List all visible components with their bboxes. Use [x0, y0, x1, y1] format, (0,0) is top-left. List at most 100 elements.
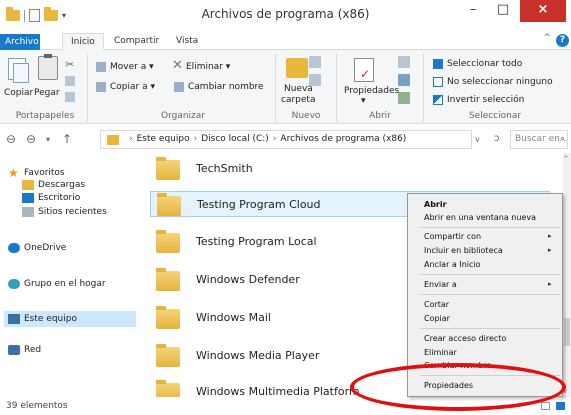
scroll-down-icon[interactable]: v — [563, 387, 567, 395]
menu-item-abrir[interactable]: Abrir — [424, 200, 447, 209]
search-input[interactable]: Buscar en ... ⌕ — [510, 130, 568, 149]
submenu-arrow-icon: ▸ — [548, 246, 552, 254]
crumb-archivos-programa[interactable]: Archivos de programa (x86) — [280, 134, 406, 144]
properties-dropdown[interactable]: ▾ — [361, 96, 366, 106]
menu-item-propiedades[interactable]: Propiedades — [424, 381, 473, 390]
nav-label: Este equipo — [24, 314, 77, 324]
new-folder-label-2[interactable]: carpeta — [281, 95, 315, 105]
crumb-disco-local[interactable]: Disco local (C:) — [201, 134, 269, 144]
nav-item-escritorio[interactable]: Escritorio — [22, 193, 80, 203]
properties-icon[interactable] — [354, 58, 374, 82]
help-icon[interactable]: ? — [556, 34, 569, 47]
open-icon[interactable] — [398, 56, 410, 68]
vertical-scrollbar[interactable]: ^ v — [563, 153, 571, 397]
new-item-icon[interactable] — [309, 56, 321, 68]
menu-divider — [420, 274, 560, 275]
address-field[interactable]: › Este equipo › Disco local (C:) › Archivos d… — [100, 130, 472, 149]
nav-item-sitios-recientes[interactable]: Sitios recientes — [22, 207, 107, 217]
breadcrumb-separator[interactable]: › — [269, 134, 281, 144]
tab-vista[interactable]: Vista — [168, 33, 206, 50]
scissors-icon[interactable]: ✂ — [65, 58, 74, 71]
group-label-organizar: Organizar — [161, 111, 205, 121]
move-to-icon[interactable] — [96, 62, 106, 72]
crumb-este-equipo[interactable]: Este equipo — [137, 134, 190, 144]
nav-item-favoritos[interactable]: ★ Favoritos — [8, 167, 65, 179]
menu-item-incluir-biblioteca[interactable]: Incluir en biblioteca — [424, 246, 503, 255]
close-button[interactable]: × — [520, 0, 566, 22]
paste-shortcut-icon[interactable] — [65, 92, 75, 102]
nav-item-red[interactable]: Red — [8, 345, 41, 355]
computer-icon — [8, 314, 20, 324]
breadcrumb-separator[interactable]: › — [190, 134, 202, 144]
forward-button[interactable]: ⊖ — [26, 132, 36, 146]
nav-label: Escritorio — [38, 193, 81, 203]
context-menu: Abrir Abrir en una ventana nueva Compart… — [407, 193, 563, 397]
collapse-ribbon-icon[interactable]: ^ — [543, 33, 551, 43]
menu-item-cambiar-nombre[interactable]: Cambiar nombre — [424, 361, 491, 370]
tab-archivo[interactable]: Archivo — [0, 34, 40, 51]
ribbon: Copiar Pegar ✂ Portapapeles Mover a ▾ Co… — [0, 50, 571, 124]
up-button[interactable]: ↑ — [62, 132, 72, 146]
copy-to-button[interactable]: Copiar a ▾ — [110, 82, 155, 92]
status-bar: 39 elementos — [0, 397, 571, 415]
select-all-button[interactable]: Seleccionar todo — [447, 59, 522, 69]
back-button[interactable]: ⊖ — [6, 132, 16, 146]
menu-item-anclar-inicio[interactable]: Anclar a Inicio — [424, 260, 481, 269]
select-none-button[interactable]: No seleccionar ninguno — [447, 77, 553, 87]
scroll-thumb[interactable] — [564, 318, 570, 346]
invert-selection-button[interactable]: Invertir selección — [447, 95, 524, 105]
homegroup-icon — [8, 279, 20, 289]
nav-label: Sitios recientes — [38, 207, 107, 217]
copy-path-icon[interactable] — [65, 76, 75, 86]
scroll-up-icon[interactable]: ^ — [563, 155, 569, 163]
folder-icon — [156, 380, 180, 397]
rename-button[interactable]: Cambiar nombre — [188, 82, 264, 92]
new-folder-icon[interactable] — [286, 58, 308, 78]
large-icons-view-icon[interactable] — [556, 402, 565, 410]
address-dropdown-icon[interactable]: v — [475, 135, 480, 144]
ribbon-divider — [275, 54, 276, 122]
maximize-button[interactable]: □ — [489, 0, 517, 22]
refresh-icon[interactable]: ↄ — [494, 133, 500, 144]
copy-to-icon[interactable] — [96, 82, 106, 92]
easy-access-icon[interactable] — [309, 74, 321, 86]
menu-item-eliminar[interactable]: Eliminar — [424, 348, 457, 357]
menu-divider — [420, 328, 560, 329]
title-bar: ▾ Archivos de programa (x86) – □ × — [0, 0, 571, 30]
select-all-icon[interactable] — [433, 59, 443, 69]
file-item-techsmith[interactable]: TechSmith — [150, 156, 550, 182]
ribbon-tabs: Archivo Inicio Compartir Vista ^ — [0, 30, 571, 51]
paste-button[interactable]: Pegar — [34, 88, 60, 98]
menu-item-enviar-a[interactable]: Enviar a — [424, 280, 457, 289]
menu-item-copiar[interactable]: Copiar — [424, 314, 450, 323]
invert-selection-icon[interactable] — [433, 95, 443, 105]
tab-inicio[interactable]: Inicio — [62, 33, 104, 50]
rename-icon[interactable] — [174, 82, 184, 92]
menu-item-cortar[interactable]: Cortar — [424, 300, 449, 309]
move-to-button[interactable]: Mover a ▾ — [110, 62, 154, 72]
edit-icon[interactable] — [398, 74, 410, 86]
downloads-folder-icon — [22, 180, 34, 190]
search-icon[interactable]: ⌕ — [560, 134, 565, 144]
delete-button[interactable]: Eliminar ▾ — [186, 62, 230, 72]
properties-button[interactable]: Propiedades — [344, 86, 399, 96]
tab-compartir[interactable]: Compartir — [106, 33, 167, 50]
menu-item-compartir-con[interactable]: Compartir con — [424, 232, 481, 241]
group-label-abrir: Abrir — [369, 111, 391, 121]
delete-icon[interactable]: ✕ — [172, 58, 183, 73]
copy-icon[interactable] — [8, 58, 29, 83]
paste-icon[interactable] — [38, 54, 58, 80]
breadcrumb-separator[interactable]: › — [125, 134, 137, 144]
copy-button[interactable]: Copiar — [4, 88, 33, 98]
nav-item-descargas[interactable]: Descargas — [22, 180, 85, 190]
select-none-icon[interactable] — [433, 77, 443, 87]
menu-item-crear-acceso-directo[interactable]: Crear acceso directo — [424, 334, 506, 343]
minimize-button[interactable]: – — [459, 0, 487, 22]
recent-locations-button[interactable]: ▾ — [46, 135, 50, 144]
nav-item-onedrive[interactable]: OneDrive — [8, 243, 66, 253]
nav-item-este-equipo[interactable]: Este equipo — [4, 311, 136, 327]
details-view-icon[interactable] — [541, 402, 550, 410]
nav-item-grupo-hogar[interactable]: Grupo en el hogar — [8, 279, 106, 289]
menu-item-abrir-nueva-ventana[interactable]: Abrir en una ventana nueva — [424, 213, 536, 222]
history-icon[interactable] — [398, 92, 410, 104]
